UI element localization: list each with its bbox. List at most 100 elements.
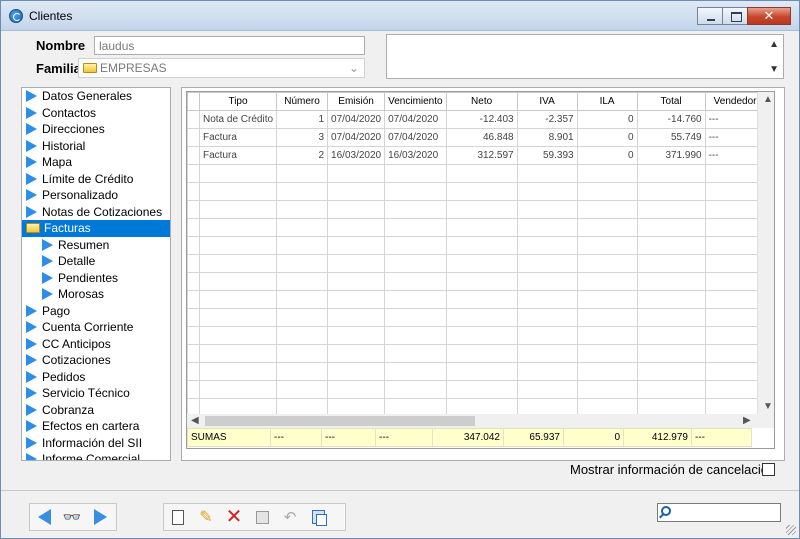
empty-cell[interactable]	[516, 236, 578, 255]
empty-cell[interactable]	[276, 236, 329, 255]
empty-cell[interactable]	[576, 218, 638, 237]
copy-button[interactable]	[307, 506, 329, 528]
column-header[interactable]: Número	[276, 92, 329, 111]
empty-cell[interactable]	[384, 308, 447, 327]
nav-item-morosas[interactable]: Morosas	[22, 286, 170, 303]
empty-cell[interactable]	[187, 362, 200, 381]
empty-row[interactable]	[187, 308, 766, 327]
empty-cell[interactable]	[198, 236, 278, 255]
empty-cell[interactable]	[187, 308, 200, 327]
nombre-input[interactable]: laudus	[94, 36, 365, 55]
empty-cell[interactable]	[636, 182, 706, 201]
empty-cell[interactable]	[327, 164, 386, 183]
empty-row[interactable]	[187, 164, 766, 183]
empty-cell[interactable]	[516, 344, 578, 363]
nav-item-personalizado[interactable]: Personalizado	[22, 187, 170, 204]
row-indicator[interactable]	[187, 110, 200, 129]
nav-item-cobranza[interactable]: Cobranza	[22, 402, 170, 419]
nav-item-notas-de-cotizaciones[interactable]: Notas de Cotizaciones	[22, 204, 170, 221]
empty-cell[interactable]	[276, 164, 329, 183]
nav-item-cuenta-corriente[interactable]: Cuenta Corriente	[22, 319, 170, 336]
empty-cell[interactable]	[276, 344, 329, 363]
empty-cell[interactable]	[636, 290, 706, 309]
empty-cell[interactable]	[384, 218, 447, 237]
empty-cell[interactable]	[198, 290, 278, 309]
nav-item-cc-anticipos[interactable]: CC Anticipos	[22, 336, 170, 353]
empty-cell[interactable]	[187, 344, 200, 363]
nav-item-pendientes[interactable]: Pendientes	[22, 270, 170, 287]
empty-cell[interactable]	[384, 182, 447, 201]
table-cell[interactable]: -14.760	[636, 110, 706, 129]
maximize-button[interactable]	[722, 7, 748, 25]
empty-cell[interactable]	[445, 362, 518, 381]
empty-cell[interactable]	[327, 254, 386, 273]
empty-cell[interactable]	[327, 362, 386, 381]
empty-cell[interactable]	[576, 326, 638, 345]
nav-item-efectos-en-cartera[interactable]: Efectos en cartera	[22, 418, 170, 435]
column-header[interactable]: Emisión	[327, 92, 386, 111]
empty-cell[interactable]	[384, 326, 447, 345]
empty-cell[interactable]	[384, 362, 447, 381]
empty-cell[interactable]	[445, 290, 518, 309]
empty-row[interactable]	[187, 236, 766, 255]
row-indicator[interactable]	[187, 128, 200, 147]
nav-item-direcciones[interactable]: Direcciones	[22, 121, 170, 138]
empty-row[interactable]	[187, 326, 766, 345]
empty-cell[interactable]	[198, 362, 278, 381]
empty-cell[interactable]	[445, 218, 518, 237]
empty-cell[interactable]	[516, 308, 578, 327]
search-input[interactable]	[657, 503, 781, 522]
empty-cell[interactable]	[636, 344, 706, 363]
table-cell[interactable]: Nota de Crédito	[198, 110, 278, 129]
empty-row[interactable]	[187, 218, 766, 237]
empty-cell[interactable]	[276, 290, 329, 309]
empty-cell[interactable]	[276, 362, 329, 381]
table-cell[interactable]: 07/04/2020	[384, 110, 447, 129]
empty-cell[interactable]	[327, 308, 386, 327]
table-cell[interactable]: 312.597	[445, 146, 518, 165]
column-header[interactable]: IVA	[516, 92, 578, 111]
table-row[interactable]: Factura 3 07/04/2020 07/04/2020 46.848 8.901 0…	[187, 128, 766, 147]
empty-cell[interactable]	[384, 344, 447, 363]
nav-item-cotizaciones[interactable]: Cotizaciones	[22, 352, 170, 369]
empty-cell[interactable]	[516, 254, 578, 273]
table-cell[interactable]: 1	[276, 110, 329, 129]
empty-cell[interactable]	[516, 290, 578, 309]
empty-cell[interactable]	[636, 254, 706, 273]
cancel-info-checkbox[interactable]	[762, 463, 775, 476]
empty-cell[interactable]	[187, 272, 200, 291]
scroll-up-icon[interactable]: ▲	[769, 39, 779, 50]
table-cell[interactable]: 55.749	[636, 128, 706, 147]
empty-cell[interactable]	[576, 200, 638, 219]
delete-button[interactable]: ✕	[223, 506, 245, 528]
empty-cell[interactable]	[516, 326, 578, 345]
table-cell[interactable]: 07/04/2020	[327, 110, 386, 129]
empty-cell[interactable]	[636, 362, 706, 381]
empty-cell[interactable]	[516, 362, 578, 381]
empty-cell[interactable]	[576, 236, 638, 255]
edit-button[interactable]: ✎	[195, 506, 217, 528]
familia-select[interactable]: EMPRESAS ⌄	[78, 58, 365, 78]
column-header[interactable]: Vencimiento	[384, 92, 447, 111]
empty-cell[interactable]	[636, 326, 706, 345]
empty-cell[interactable]	[187, 326, 200, 345]
nav-item-detalle[interactable]: Detalle	[22, 253, 170, 270]
nav-item-informe-comercial[interactable]: Informe Comercial	[22, 451, 170, 460]
title-bar[interactable]: Clientes ✕	[1, 1, 799, 31]
table-cell[interactable]: 07/04/2020	[384, 128, 447, 147]
table-cell[interactable]: 0	[576, 110, 638, 129]
empty-cell[interactable]	[276, 380, 329, 399]
empty-cell[interactable]	[516, 164, 578, 183]
table-cell[interactable]: 2	[276, 146, 329, 165]
empty-cell[interactable]	[276, 254, 329, 273]
empty-cell[interactable]	[276, 308, 329, 327]
empty-cell[interactable]	[187, 254, 200, 273]
column-header[interactable]: Total	[636, 92, 706, 111]
column-header[interactable]: Tipo	[198, 92, 278, 111]
resize-grip[interactable]	[786, 525, 796, 535]
empty-cell[interactable]	[187, 218, 200, 237]
empty-row[interactable]	[187, 362, 766, 381]
nav-item-datos-generales[interactable]: Datos Generales	[22, 88, 170, 105]
table-cell[interactable]: Factura	[198, 146, 278, 165]
previous-button[interactable]	[33, 506, 55, 528]
